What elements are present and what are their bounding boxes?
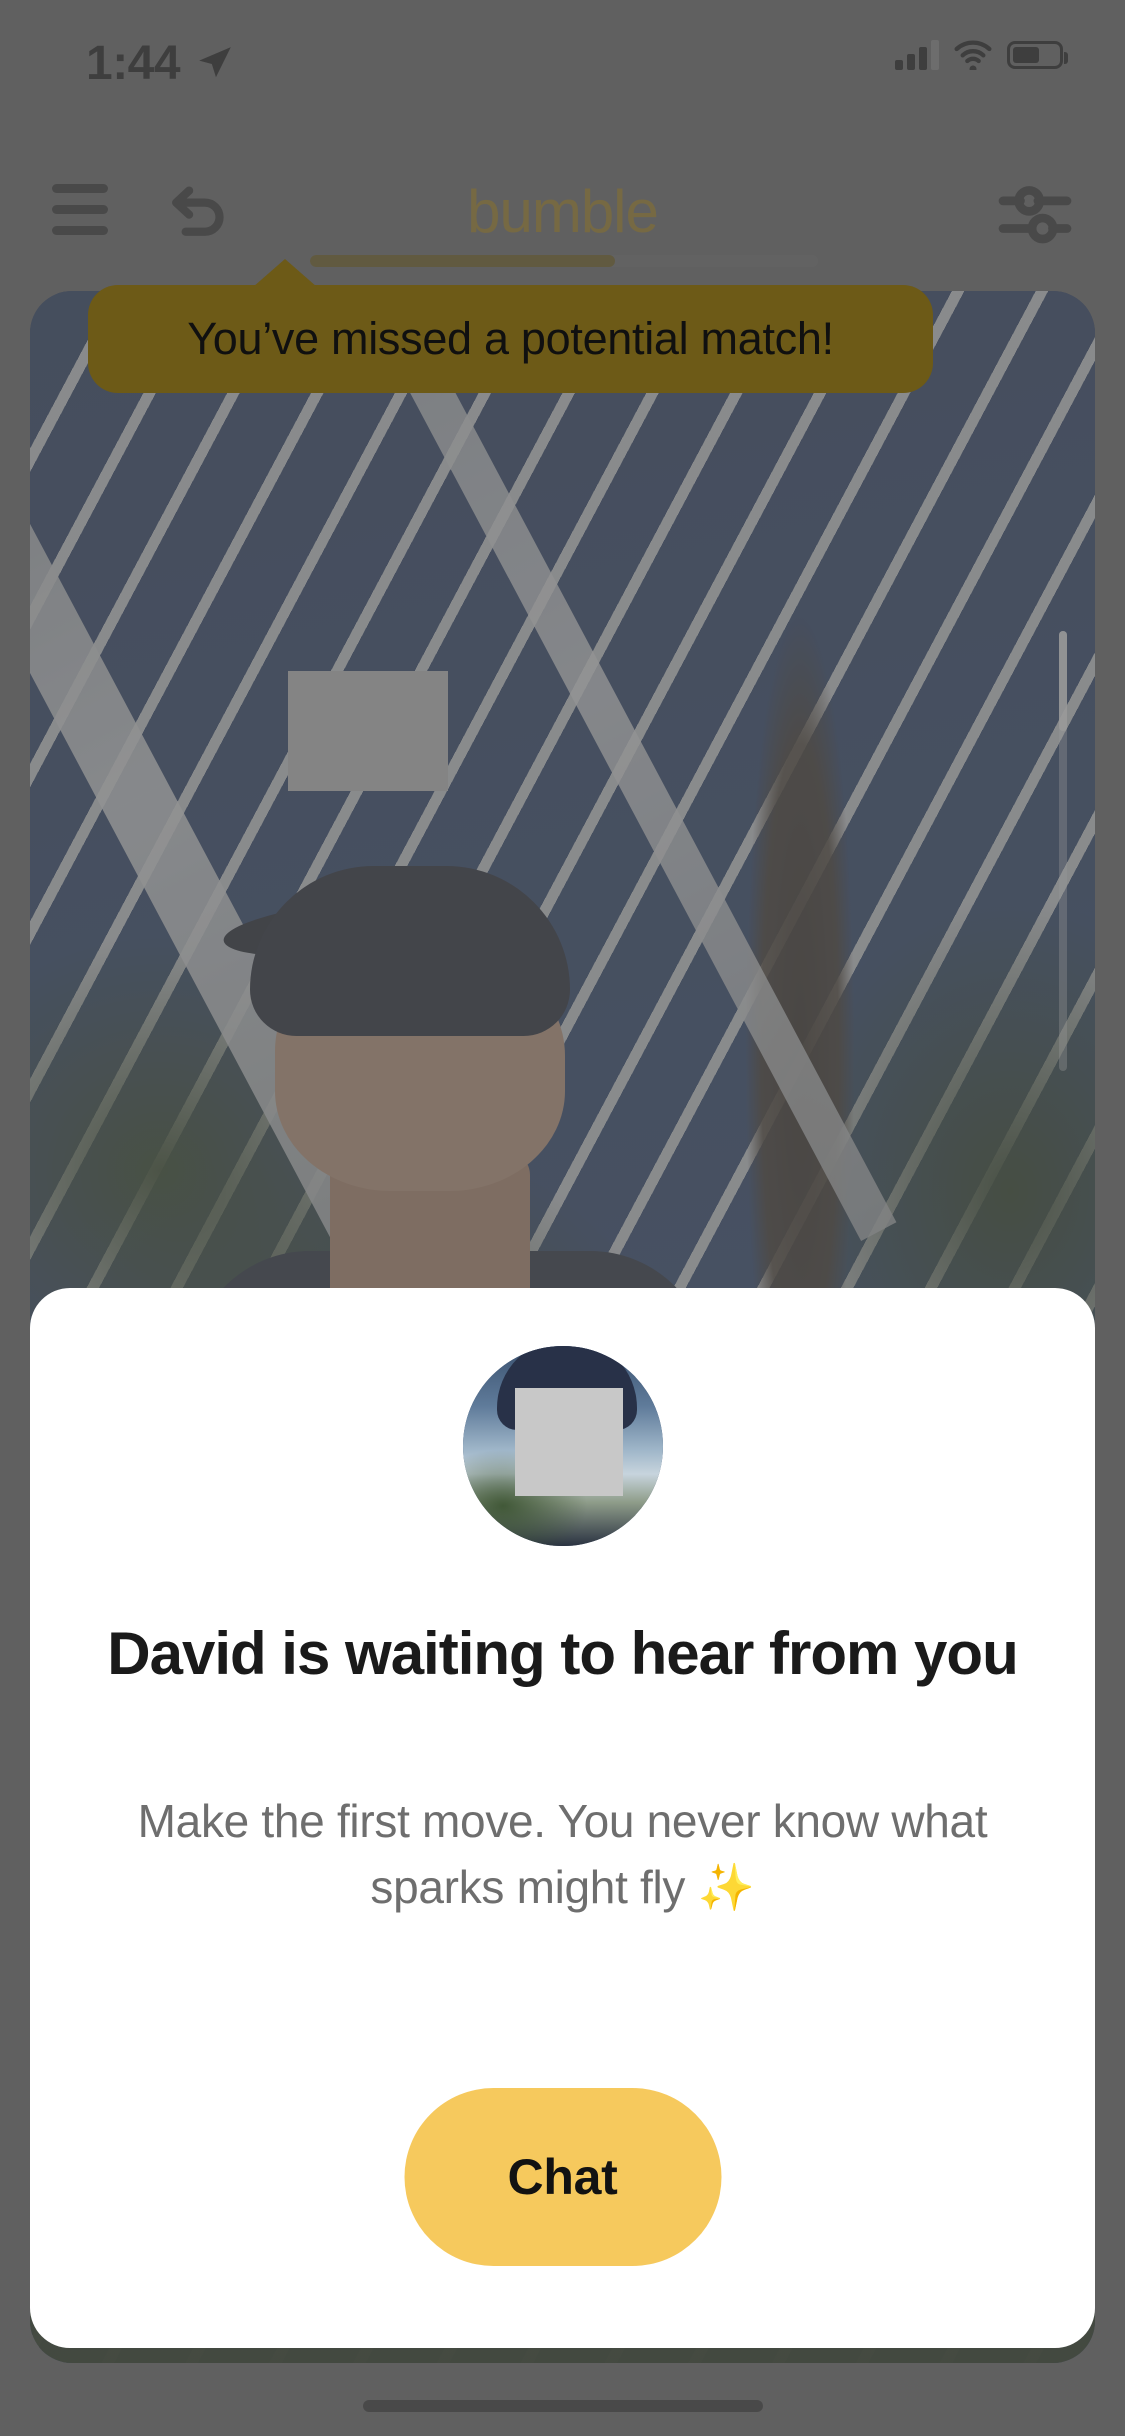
filter-sliders-icon[interactable] [997,182,1073,246]
photo-progress-fill [310,255,615,267]
battery-icon [1007,41,1068,69]
location-arrow-icon [199,47,231,78]
status-bar-indicators [895,40,1068,70]
cellular-signal-icon [895,40,939,70]
home-indicator-bar [362,2400,763,2412]
profile-avatar[interactable] [462,1346,663,1546]
app-brand-logo: bumble [467,178,659,245]
tooltip-arrow [253,259,317,287]
photo-scroll-indicator[interactable] [1059,631,1067,1071]
app-header: bumble [0,168,1125,258]
wifi-icon [954,40,992,70]
avatar-face-blur-redaction [514,1388,623,1496]
sheet-title: David is waiting to hear from you [107,1620,1018,1687]
status-bar-time: 1:44 [86,37,181,90]
status-bar: 1:44 [0,0,1125,132]
tooltip-label: You’ve missed a potential match! [187,313,834,364]
phone-screen: 1:44 bumble You’ve missed a potential ma… [0,0,1125,2436]
match-prompt-sheet: David is waiting to hear from you Make t… [30,1288,1095,2348]
sheet-subtitle: Make the first move. You never know what… [137,1795,988,1913]
face-blur-redaction [288,671,448,791]
chat-button[interactable]: Chat [404,2088,721,2266]
photo-progress-bar [310,255,818,267]
missed-match-tooltip: You’ve missed a potential match! [88,259,933,393]
photo-scroll-thumb [1059,631,1067,731]
baseball-cap [250,866,570,1036]
